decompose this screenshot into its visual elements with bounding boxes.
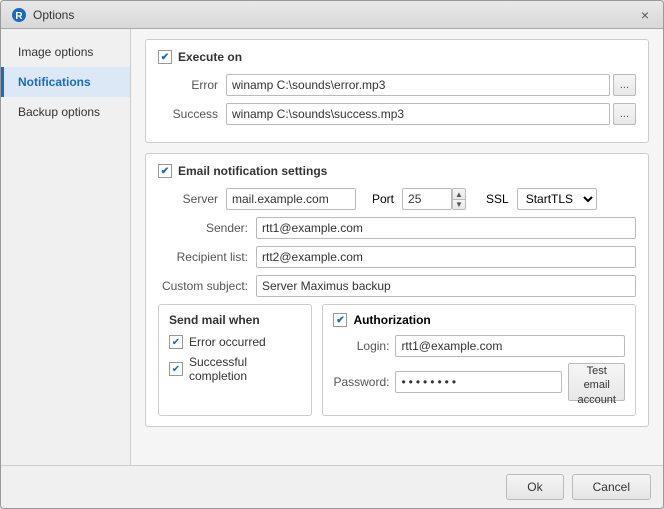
title-bar: R Options ×: [1, 1, 663, 29]
port-label: Port: [372, 192, 394, 206]
email-settings-header: Email notification settings: [158, 164, 636, 178]
test-email-button[interactable]: Test email account: [568, 363, 625, 401]
error-input-group: ...: [226, 74, 636, 96]
error-occurred-label: Error occurred: [189, 335, 266, 349]
error-input[interactable]: [226, 74, 610, 96]
port-input[interactable]: [402, 188, 452, 210]
error-occurred-row: Error occurred: [169, 335, 301, 349]
server-row: Server Port ▲ ▼ SSL None SSL Star: [158, 188, 636, 210]
successful-completion-row: Successful completion: [169, 355, 301, 383]
execute-on-checkbox[interactable]: [158, 50, 172, 64]
footer: Ok Cancel: [1, 465, 663, 508]
success-input[interactable]: [226, 103, 610, 125]
subject-input[interactable]: [256, 275, 636, 297]
password-label: Password:: [333, 375, 389, 389]
auth-header: Authorization: [333, 313, 625, 327]
error-row: Error ...: [158, 74, 636, 96]
ssl-label: SSL: [486, 192, 509, 206]
sidebar-item-notifications[interactable]: Notifications: [1, 67, 130, 97]
recipient-row: Recipient list:: [158, 246, 636, 268]
options-dialog: R Options × Image options Notifications …: [0, 0, 664, 509]
subject-label: Custom subject:: [158, 279, 248, 293]
sender-input[interactable]: [256, 217, 636, 239]
successful-completion-label: Successful completion: [189, 355, 301, 383]
port-down-button[interactable]: ▼: [452, 199, 466, 210]
subject-row: Custom subject:: [158, 275, 636, 297]
email-settings-checkbox[interactable]: [158, 164, 172, 178]
login-input[interactable]: [395, 335, 625, 357]
title-bar-left: R Options: [11, 7, 74, 23]
error-occurred-checkbox[interactable]: [169, 335, 183, 349]
password-input[interactable]: [395, 371, 562, 393]
login-row: Login:: [333, 335, 625, 357]
success-input-group: ...: [226, 103, 636, 125]
auth-box: Authorization Login: Password: Test emai…: [322, 304, 636, 416]
close-button[interactable]: ×: [637, 7, 653, 23]
auth-title: Authorization: [353, 313, 430, 327]
success-row: Success ...: [158, 103, 636, 125]
sidebar-item-image-options[interactable]: Image options: [1, 37, 130, 67]
sidebar-item-backup-options[interactable]: Backup options: [1, 97, 130, 127]
recipient-label: Recipient list:: [158, 250, 248, 264]
success-label: Success: [158, 107, 218, 121]
cancel-button[interactable]: Cancel: [572, 474, 651, 500]
recipient-input[interactable]: [256, 246, 636, 268]
port-spin: ▲ ▼: [452, 188, 466, 210]
email-settings-section: Email notification settings Server Port …: [145, 153, 649, 427]
password-row: Password: Test email account: [333, 363, 625, 401]
error-label: Error: [158, 78, 218, 92]
ok-button[interactable]: Ok: [506, 474, 563, 500]
execute-on-title: Execute on: [178, 50, 242, 64]
successful-completion-checkbox[interactable]: [169, 362, 183, 376]
email-settings-title: Email notification settings: [178, 164, 327, 178]
error-browse-button[interactable]: ...: [613, 74, 636, 96]
send-mail-title: Send mail when: [169, 313, 301, 327]
execute-on-header: Execute on: [158, 50, 636, 64]
ssl-select[interactable]: None SSL StartTLS TLS: [517, 188, 597, 210]
success-browse-button[interactable]: ...: [613, 103, 636, 125]
sender-row: Sender:: [158, 217, 636, 239]
app-icon: R: [11, 7, 27, 23]
server-input[interactable]: [226, 188, 356, 210]
send-mail-box: Send mail when Error occurred Successful…: [158, 304, 312, 416]
lower-section: Send mail when Error occurred Successful…: [158, 304, 636, 416]
server-label: Server: [158, 192, 218, 206]
port-group: ▲ ▼: [402, 188, 466, 210]
sidebar: Image options Notifications Backup optio…: [1, 29, 131, 465]
login-label: Login:: [333, 339, 389, 353]
dialog-title: Options: [33, 8, 74, 22]
execute-on-section: Execute on Error ... Success ...: [145, 39, 649, 143]
sender-label: Sender:: [158, 221, 248, 235]
port-up-button[interactable]: ▲: [452, 188, 466, 199]
auth-checkbox[interactable]: [333, 313, 347, 327]
svg-text:R: R: [15, 11, 23, 22]
main-content: Image options Notifications Backup optio…: [1, 29, 663, 465]
notifications-panel: Execute on Error ... Success ...: [131, 29, 663, 465]
